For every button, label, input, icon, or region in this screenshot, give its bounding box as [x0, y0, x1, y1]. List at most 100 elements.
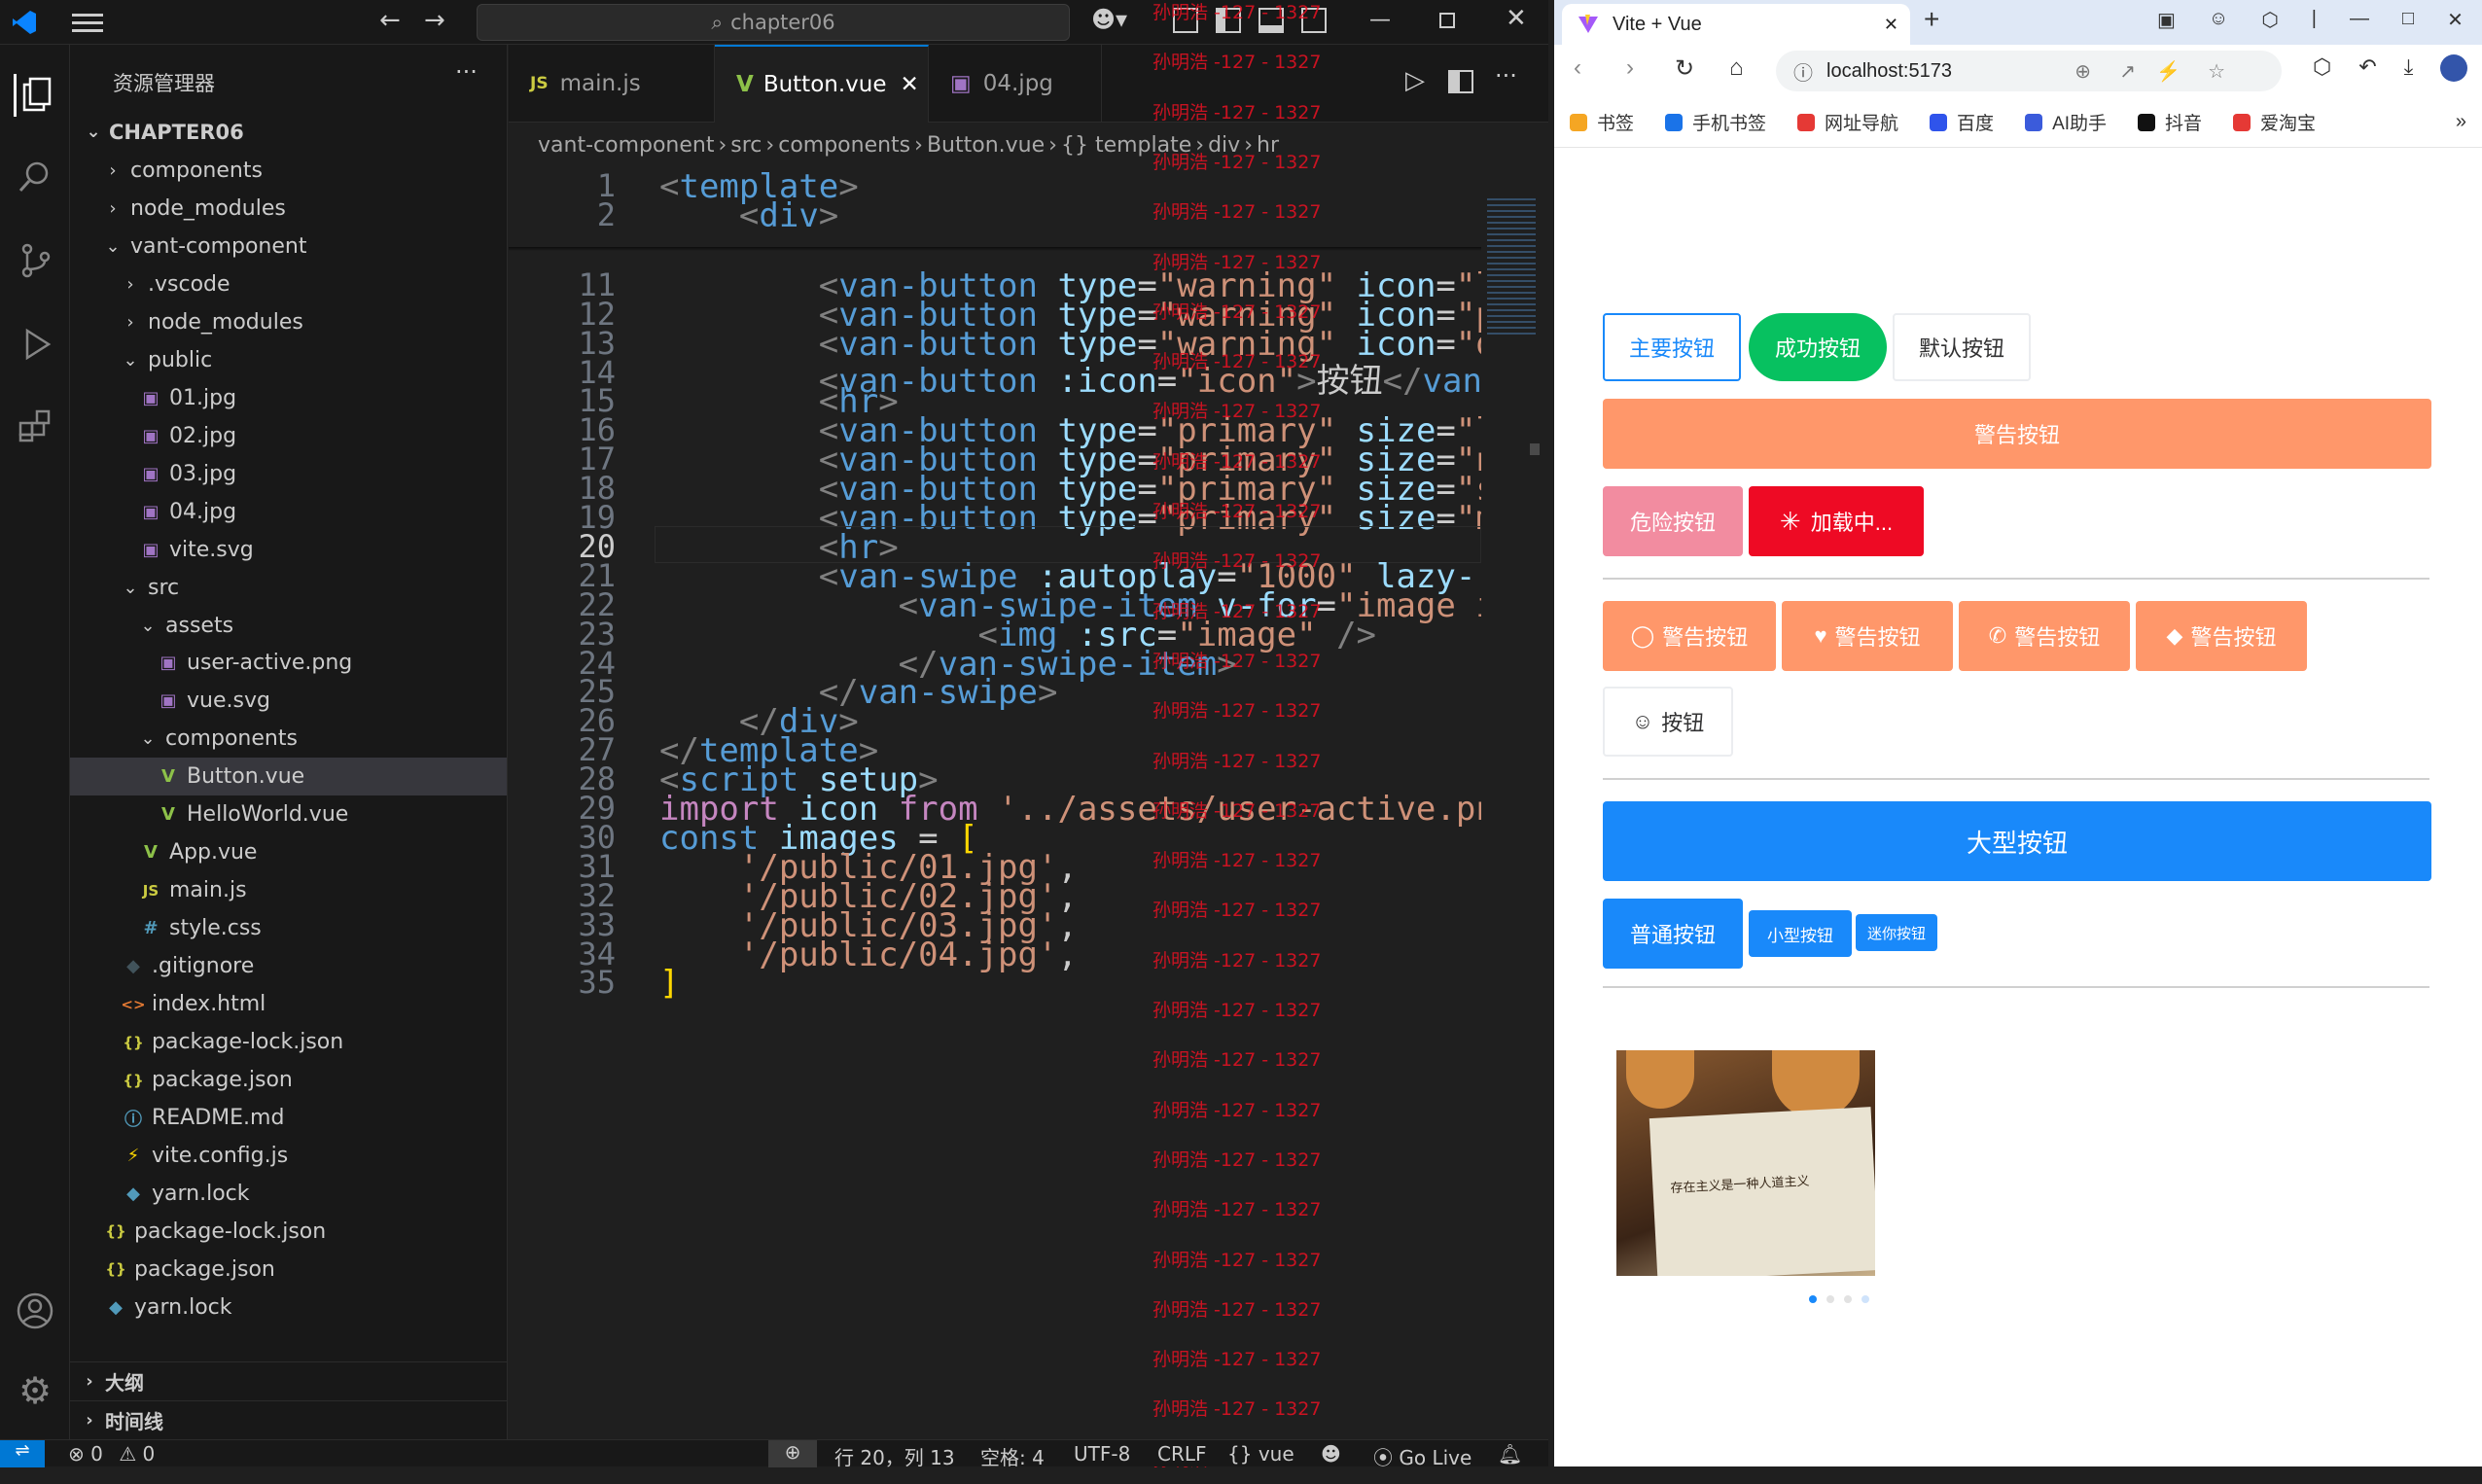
tree-item[interactable]: ◆ yarn.lock [70, 1175, 507, 1213]
run-debug-icon[interactable] [14, 323, 56, 366]
minimize-icon[interactable]: — [1369, 8, 1391, 32]
tree-item[interactable]: › components [70, 152, 507, 190]
project-root[interactable]: ⌄ CHAPTER06 [70, 113, 507, 151]
explorer-icon[interactable] [14, 74, 56, 117]
code-view[interactable]: 1 <template> 2 <div> 11 <van-button type="w… [509, 167, 1481, 1484]
home-icon[interactable]: ⌂ [1729, 54, 1744, 82]
bookmarks-overflow-icon[interactable]: » [2456, 111, 2466, 133]
tree-item[interactable]: ▣ vue.svg [70, 682, 507, 720]
tree-item[interactable]: ▣ 03.jpg [70, 455, 507, 493]
tree-item[interactable]: › node_modules [70, 303, 507, 341]
forward-arrow-icon[interactable]: → [424, 6, 445, 35]
indicator-dot-active[interactable] [1809, 1295, 1817, 1303]
reload-icon[interactable]: ↻ [1675, 54, 1694, 83]
eol[interactable]: CRLF [1157, 1442, 1207, 1466]
close-tab-icon[interactable]: ✕ [1884, 15, 1898, 35]
default-button[interactable]: 默认按钮 [1893, 313, 2031, 381]
extensions-icon[interactable]: ⬡ [2313, 54, 2331, 82]
tree-item[interactable]: ▣ 04.jpg [70, 493, 507, 531]
download-icon[interactable]: ⤓ [2404, 54, 2414, 82]
tree-item[interactable]: {} package-lock.json [70, 1213, 507, 1251]
menu-icon[interactable] [72, 10, 103, 35]
tree-item[interactable]: ⓘ README.md [70, 1099, 507, 1137]
loading-button[interactable]: ✳ 加载中... [1749, 486, 1924, 556]
command-center[interactable]: ⌕ chapter06 [477, 4, 1070, 41]
maximize-icon[interactable]: □ [2402, 8, 2414, 32]
bookmark-item[interactable]: 网址导航 [1797, 109, 1898, 135]
editor-more-icon[interactable]: ··· [1495, 62, 1517, 89]
warning-icon-button-diamond[interactable]: ◆ 警告按钮 [2136, 601, 2307, 671]
tree-item[interactable]: ◆ .gitignore [70, 947, 507, 985]
copilot-status-icon[interactable]: ☻ [1321, 1442, 1341, 1466]
breadcrumb-item[interactable]: vant-component [538, 133, 714, 158]
copilot-icon[interactable]: ☻▾ [1091, 6, 1127, 33]
timeline-section[interactable]: › 时间线 [70, 1400, 507, 1438]
warning-icon-button-phone[interactable]: ✆ 警告按钮 [1959, 601, 2130, 671]
outline-section[interactable]: › 大纲 [70, 1361, 507, 1399]
tab-button-vue[interactable]: V Button.vue ✕ [715, 45, 929, 123]
maximize-icon[interactable] [1439, 13, 1455, 28]
bookmark-item[interactable]: 爱淘宝 [2233, 109, 2316, 135]
tree-item[interactable]: {} package-lock.json [70, 1023, 507, 1061]
tree-item[interactable]: ▣ vite.svg [70, 531, 507, 569]
bookmark-item[interactable]: 手机书签 [1665, 109, 1766, 135]
close-icon[interactable]: ✕ [2447, 8, 2464, 32]
tree-item[interactable]: ⌄ assets [70, 607, 507, 645]
problems-indicator[interactable]: ⊗ 0 ⚠ 0 [68, 1442, 155, 1466]
run-icon[interactable]: ▷ [1405, 66, 1425, 95]
large-button[interactable]: 大型按钮 [1603, 801, 2431, 881]
tree-item[interactable]: <> index.html [70, 985, 507, 1023]
tree-item[interactable]: › node_modules [70, 190, 507, 228]
carousel-indicators[interactable] [1809, 1295, 1869, 1303]
normal-button[interactable]: 普通按钮 [1603, 899, 1743, 969]
success-button[interactable]: 成功按钮 [1749, 313, 1887, 381]
share-icon[interactable]: ↗ [2119, 59, 2136, 84]
swipe-carousel[interactable]: 存在主义是一种人道主义 [1616, 1050, 1875, 1276]
warning-block-button[interactable]: 警告按钮 [1603, 399, 2431, 469]
tree-item[interactable]: {} package.json [70, 1061, 507, 1099]
profile-avatar-icon[interactable] [2440, 54, 2468, 82]
split-editor-icon[interactable] [1448, 70, 1473, 93]
back-icon[interactable]: ‹ [1574, 54, 1581, 82]
primary-button[interactable]: 主要按钮 [1603, 313, 1741, 381]
tree-item[interactable]: ⚡ vite.config.js [70, 1137, 507, 1175]
warning-icon-button-heart[interactable]: ♥ 警告按钮 [1782, 601, 1953, 671]
tree-item[interactable]: # style.css [70, 909, 507, 947]
more-actions-icon[interactable]: ··· [455, 58, 478, 86]
breadcrumb-item[interactable]: src [730, 133, 762, 158]
bookmark-item[interactable]: 书签 [1570, 109, 1634, 135]
tree-item[interactable]: {} package.json [70, 1251, 507, 1289]
minimize-icon[interactable]: — [2350, 8, 2369, 32]
account-icon[interactable] [14, 1290, 56, 1332]
back-arrow-icon[interactable]: ← [379, 6, 401, 35]
tree-item[interactable]: ⌄ public [70, 341, 507, 379]
indicator-dot[interactable] [1826, 1295, 1834, 1303]
tree-item[interactable]: ▣ 02.jpg [70, 417, 507, 455]
tree-item[interactable]: ▣ 01.jpg [70, 379, 507, 417]
url-field[interactable]: ⓘ localhost:5173 ⊕ ↗ ⚡ ☆ [1776, 51, 2282, 91]
danger-button[interactable]: 危险按钮 [1603, 486, 1743, 556]
close-tab-icon[interactable]: ✕ [901, 72, 919, 97]
breadcrumb-item[interactable]: Button.vue [927, 133, 1045, 158]
tree-item[interactable]: V Button.vue [70, 758, 507, 796]
extensions-icon[interactable] [14, 405, 56, 447]
warning-icon-button-circle[interactable]: ◯ 警告按钮 [1603, 601, 1776, 671]
tree-item[interactable]: V HelloWorld.vue [70, 795, 507, 833]
tree-item[interactable]: V App.vue [70, 833, 507, 871]
undo-icon[interactable]: ↶ [2358, 54, 2376, 82]
code-line[interactable]: ] [659, 964, 679, 1003]
tree-item[interactable]: ⌄ components [70, 720, 507, 758]
tree-item[interactable]: ⌄ vant-component [70, 228, 507, 265]
bookmark-item[interactable]: 抖音 [2138, 109, 2202, 135]
small-button[interactable]: 小型按钮 [1749, 910, 1852, 957]
minimap[interactable] [1481, 167, 1540, 1484]
star-icon[interactable]: ☆ [2208, 59, 2225, 84]
bookmark-item[interactable]: AI助手 [2025, 109, 2107, 135]
tree-item[interactable]: › .vscode [70, 265, 507, 303]
remote-icon[interactable]: ⇌ [0, 1440, 45, 1467]
close-icon[interactable]: ✕ [1506, 4, 1527, 33]
code-line[interactable]: '/public/04.jpg', [659, 936, 1078, 974]
tree-item[interactable]: JS main.js [70, 871, 507, 909]
zoom-icon[interactable]: ⊕ [768, 1440, 817, 1467]
notifications-icon[interactable]: 🔔︎ [1498, 1442, 1522, 1466]
